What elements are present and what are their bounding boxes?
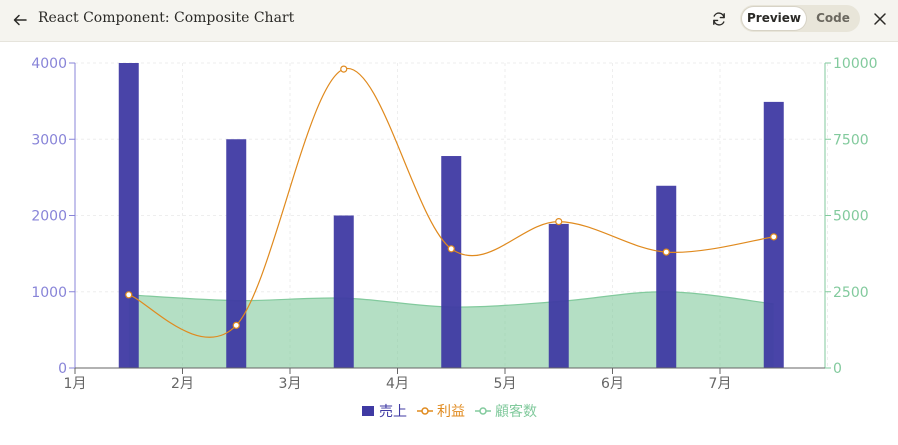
page-title: React Component: Composite Chart (38, 10, 295, 26)
sales-bar-6[interactable] (656, 185, 677, 368)
profit-point-7[interactable] (770, 233, 778, 241)
refresh-icon (713, 12, 725, 26)
x-tick-label: 1月 (64, 376, 87, 392)
sales-bar-5[interactable] (548, 223, 569, 368)
legend-label-profit: 利益 (437, 404, 465, 420)
legend-item-profit[interactable]: 利益 (417, 401, 465, 421)
sales-bar-1[interactable] (118, 63, 139, 368)
close-button[interactable] (869, 8, 891, 30)
right-tick-label: 10000 (833, 56, 878, 72)
legend-profit-swatch (417, 407, 433, 415)
sales-bar-4[interactable] (441, 156, 462, 368)
legend-label-sales: 売上 (379, 404, 407, 420)
arrow-left-icon (13, 14, 27, 26)
code-tab[interactable]: Code (808, 7, 858, 30)
view-toggle: Preview Code (740, 5, 860, 32)
sales-bar-3[interactable] (333, 215, 354, 369)
legend-item-sales[interactable]: 売上 (361, 401, 407, 421)
profit-point-4[interactable] (447, 245, 455, 253)
refresh-button[interactable] (708, 8, 730, 30)
legend-label-customers: 顧客数 (495, 404, 537, 420)
left-tick-label: 0 (58, 361, 67, 377)
sales-bar-2[interactable] (226, 139, 247, 368)
right-tick-label: 2500 (833, 285, 869, 301)
close-icon (874, 13, 886, 25)
right-tick-label: 5000 (833, 209, 869, 225)
profit-point-5[interactable] (555, 218, 563, 226)
left-tick-label: 3000 (31, 132, 67, 148)
left-tick-label: 1000 (31, 285, 67, 301)
left-tick-label: 4000 (31, 56, 67, 72)
profit-point-1[interactable] (125, 291, 133, 299)
composite-chart: 0 1000 2000 3000 4000 0 2500 5000 7500 10000 1月 2月 3… (31, 56, 878, 392)
right-tick-label: 0 (833, 361, 842, 377)
legend-customers-swatch (475, 407, 491, 415)
legend-sales-swatch (362, 406, 374, 416)
left-tick-label: 2000 (31, 209, 67, 225)
x-tick-label: 2月 (171, 376, 194, 392)
profit-point-2[interactable] (232, 321, 240, 329)
top-bar: React Component: Composite Chart Preview… (0, 0, 898, 42)
x-tick-label: 4月 (386, 376, 409, 392)
x-tick-label: 3月 (279, 376, 302, 392)
back-button[interactable] (9, 9, 31, 31)
x-tick-label: 6月 (601, 376, 624, 392)
chart-legend: 売上 利益 顧客数 (0, 400, 898, 422)
profit-point-3[interactable] (340, 65, 348, 73)
profit-point-6[interactable] (662, 248, 670, 256)
preview-tab[interactable]: Preview (742, 7, 806, 30)
right-tick-label: 7500 (833, 132, 869, 148)
x-tick-label: 5月 (494, 376, 517, 392)
x-tick-label: 7月 (709, 376, 732, 392)
legend-item-customers[interactable]: 顧客数 (475, 401, 537, 421)
